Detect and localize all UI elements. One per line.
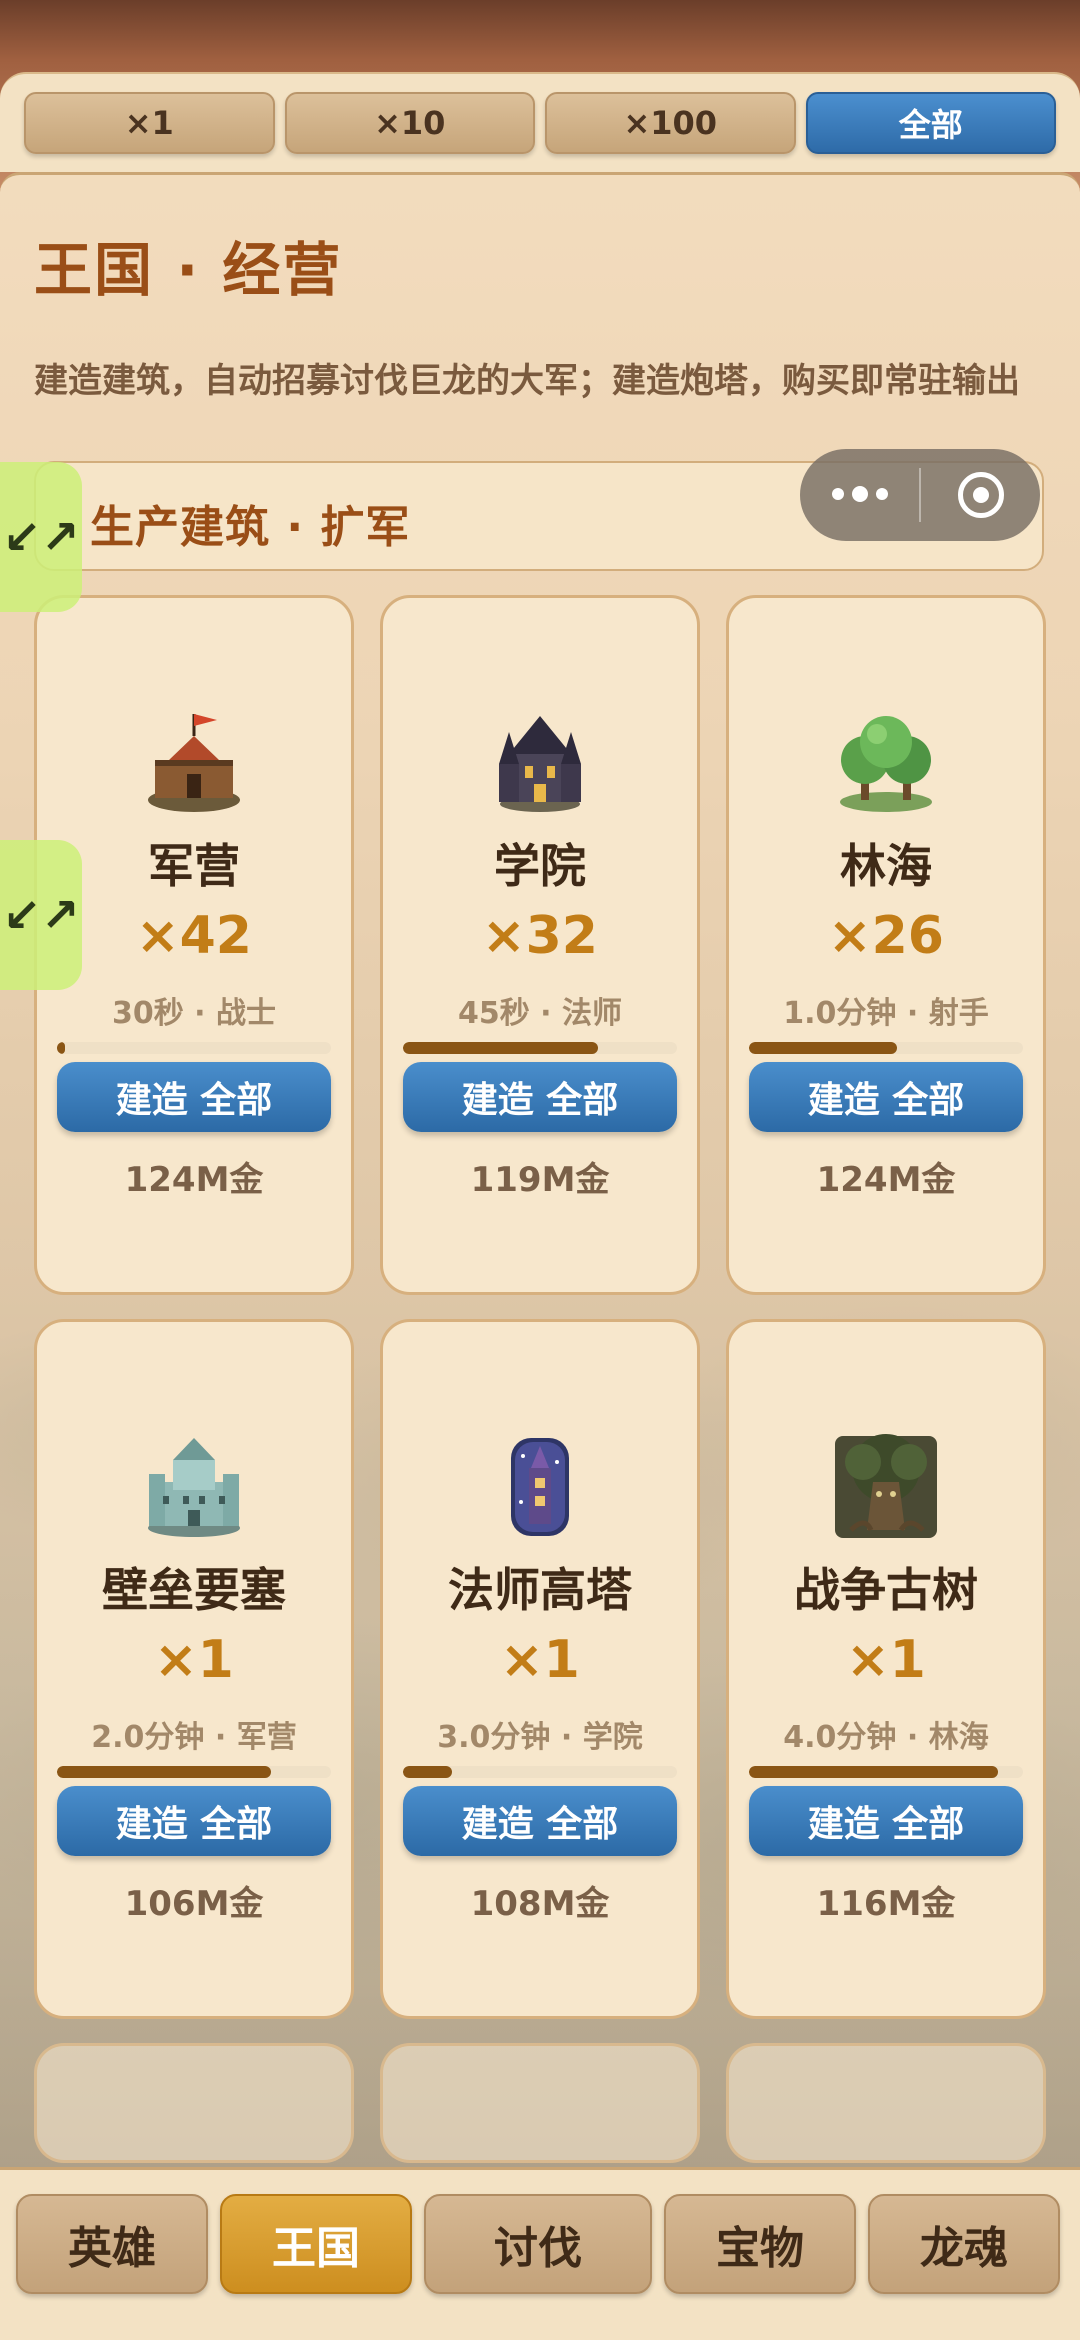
building-count: ×1 [846, 1630, 926, 1690]
build-all-button[interactable]: 建造 全部 [57, 1786, 331, 1856]
building-name: 壁垒要塞 [102, 1563, 286, 1617]
production-progress-bar [403, 1766, 677, 1778]
build-all-button[interactable]: 建造 全部 [403, 1062, 677, 1132]
close-target-icon[interactable] [921, 472, 1040, 518]
production-progress-bar [749, 1042, 1023, 1054]
building-card-partial [380, 2043, 700, 2163]
building-name: 战争古树 [794, 1563, 978, 1617]
mage-tower-icon [511, 1438, 569, 1536]
production-progress-bar [57, 1042, 331, 1054]
progress-fill [403, 1042, 598, 1054]
build-all-button[interactable]: 建造 全部 [749, 1786, 1023, 1856]
multiplier-all-button[interactable]: 全部 [805, 92, 1056, 154]
building-info: 2.0分钟 · 军营 [91, 1720, 297, 1755]
progress-fill [57, 1042, 66, 1054]
production-progress-bar [403, 1042, 677, 1054]
academy-icon [499, 716, 581, 812]
nav-tab-crusade[interactable]: 讨伐 [424, 2194, 652, 2294]
building-card-academy: 学院 ×32 45秒 · 法师 建造 全部 119M金 [380, 595, 700, 1295]
multiplier-x1-button[interactable]: ×1 [24, 92, 275, 154]
multiplier-x10-button[interactable]: ×10 [284, 92, 535, 154]
building-info: 30秒 · 战士 [111, 996, 277, 1031]
forest-icon [840, 716, 932, 812]
page-title: 王国 · 经营 [34, 236, 343, 304]
building-count: ×42 [136, 906, 252, 966]
mini-program-capsule [800, 449, 1040, 541]
building-count: ×26 [828, 906, 944, 966]
section-title: 生产建筑 · 扩军 [90, 502, 411, 553]
multiplier-x100-button[interactable]: ×100 [545, 92, 796, 154]
expand-icon[interactable]: ↙↗ [0, 462, 82, 612]
fortress-icon [148, 1438, 240, 1537]
more-icon[interactable] [800, 486, 919, 502]
building-cost: 124M金 [816, 1160, 956, 1200]
building-info: 45秒 · 法师 [457, 996, 623, 1031]
progress-fill [749, 1766, 999, 1778]
progress-fill [403, 1766, 453, 1778]
building-card-war-tree: 战争古树 ×1 4.0分钟 · 林海 建造 全部 116M金 [726, 1319, 1046, 2019]
barracks-icon [148, 714, 240, 812]
building-card-fortress: 壁垒要塞 ×1 2.0分钟 · 军营 建造 全部 106M金 [34, 1319, 354, 2019]
build-all-button[interactable]: 建造 全部 [57, 1062, 331, 1132]
build-all-button[interactable]: 建造 全部 [749, 1062, 1023, 1132]
war-tree-icon [835, 1434, 937, 1538]
production-progress-bar [749, 1766, 1023, 1778]
building-count: ×32 [482, 906, 598, 966]
build-all-button[interactable]: 建造 全部 [403, 1786, 677, 1856]
building-info: 3.0分钟 · 学院 [437, 1720, 643, 1755]
building-cost: 116M金 [816, 1884, 956, 1924]
production-progress-bar [57, 1766, 331, 1778]
multiplier-bar: ×1 ×10 ×100 全部 [0, 72, 1080, 172]
nav-tab-treasure[interactable]: 宝物 [664, 2194, 856, 2294]
building-count: ×1 [154, 1630, 234, 1690]
nav-tab-dragon-soul[interactable]: 龙魂 [868, 2194, 1060, 2294]
building-card-barracks: 军营 ×42 30秒 · 战士 建造 全部 124M金 [34, 595, 354, 1295]
progress-fill [749, 1042, 897, 1054]
building-count: ×1 [500, 1630, 580, 1690]
section-header[interactable]: 生产建筑 · 扩军 [34, 449, 1044, 571]
building-cost: 106M金 [124, 1884, 264, 1924]
building-cost: 124M金 [124, 1160, 264, 1200]
building-name: 学院 [494, 839, 586, 893]
building-info: 1.0分钟 · 射手 [783, 996, 989, 1031]
building-name: 军营 [148, 839, 240, 893]
building-cost: 119M金 [470, 1160, 610, 1200]
kingdom-panel: 王国 · 经营 建造建筑，自动招募讨伐巨龙的大军；建造炮塔，购买即常驻输出 生产… [0, 172, 1080, 2167]
building-card-partial [726, 2043, 1046, 2163]
building-card-partial [34, 2043, 354, 2163]
nav-tab-kingdom[interactable]: 王国 [220, 2194, 412, 2294]
building-card-mage-tower: 法师高塔 ×1 3.0分钟 · 学院 建造 全部 108M金 [380, 1319, 700, 2019]
building-name: 法师高塔 [448, 1563, 632, 1617]
building-info: 4.0分钟 · 林海 [783, 1720, 989, 1755]
nav-tab-heroes[interactable]: 英雄 [16, 2194, 208, 2294]
bottom-nav: 英雄 王国 讨伐 宝物 龙魂 [0, 2167, 1080, 2340]
expand-icon[interactable]: ↙↗ [0, 840, 82, 990]
progress-fill [57, 1766, 271, 1778]
building-card-forest: 林海 ×26 1.0分钟 · 射手 建造 全部 124M金 [726, 595, 1046, 1295]
page-description: 建造建筑，自动招募讨伐巨龙的大军；建造炮塔，购买即常驻输出 [34, 361, 1020, 401]
building-cost: 108M金 [470, 1884, 610, 1924]
building-name: 林海 [840, 839, 932, 893]
